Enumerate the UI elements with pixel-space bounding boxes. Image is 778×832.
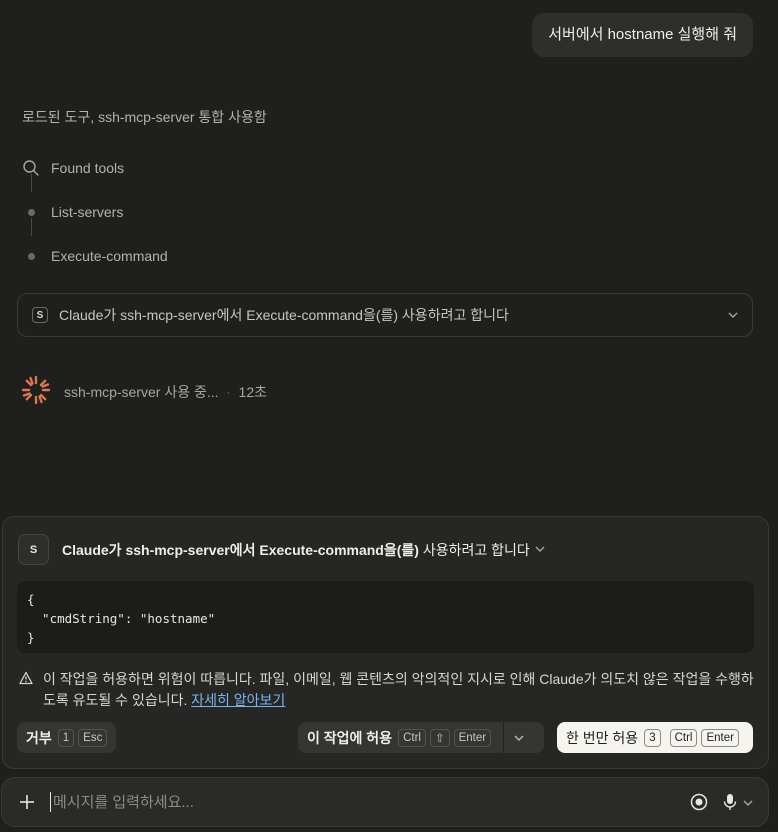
shortcut-key: 3 (644, 728, 661, 747)
allow-once-button[interactable]: 한 번만 허용 3 Ctrl Enter (557, 722, 753, 753)
working-label: ssh-mcp-server 사용 중... (64, 383, 219, 400)
chevron-down-icon[interactable] (726, 308, 740, 322)
separator: · (226, 384, 231, 399)
user-message-bubble: 서버에서 hostname 실행해 줘 (532, 13, 753, 57)
message-composer (1, 777, 769, 827)
elapsed-time: 12초 (238, 383, 267, 400)
learn-more-link[interactable]: 자세히 알아보기 (191, 692, 285, 708)
spinner-icon (20, 374, 52, 409)
deny-button[interactable]: 거부 1 Esc (17, 722, 117, 753)
message-input[interactable] (53, 793, 690, 811)
warning-text: 이 작업을 허용하면 위험이 따릅니다. 파일, 이메일, 웹 콘텐츠의 악의적… (43, 671, 754, 708)
warning-icon (19, 671, 35, 687)
shortcut-key: 1 (57, 728, 75, 747)
server-badge: S (32, 307, 48, 323)
server-badge: S (18, 534, 49, 565)
command-args-code: { "cmdString": "hostname" } (17, 581, 754, 653)
shortcut-key: Esc (78, 728, 108, 747)
shortcut-key: Enter (701, 728, 739, 747)
shortcut-key: Ctrl (398, 728, 426, 747)
dot-icon (20, 245, 42, 267)
step-list-servers[interactable]: List-servers (20, 190, 320, 236)
step-label: Found tools (51, 160, 125, 176)
permission-panel: S Claude가 ssh-mcp-server에서 Execute-comma… (2, 516, 769, 769)
working-status: ssh-mcp-server 사용 중... · 12초 (20, 374, 267, 409)
shortcut-key: Enter (453, 728, 492, 747)
risk-warning: 이 작업을 허용하면 위험이 따릅니다. 파일, 이메일, 웹 콘텐츠의 악의적… (19, 669, 759, 711)
permission-summary-row[interactable]: S Claude가 ssh-mcp-server에서 Execute-comma… (17, 293, 753, 337)
step-label: Execute-command (51, 248, 168, 264)
shortcut-key: Ctrl (669, 728, 698, 747)
microphone-icon[interactable] (722, 793, 738, 811)
allow-for-task-button[interactable]: 이 작업에 허용 Ctrl ⇧ Enter (298, 722, 544, 753)
permission-title: Claude가 ssh-mcp-server에서 Execute-command… (62, 541, 530, 558)
loaded-tools-text: 로드된 도구, ssh-mcp-server 통합 사용함 (22, 109, 267, 125)
permission-summary-text: Claude가 ssh-mcp-server에서 Execute-command… (59, 307, 509, 323)
step-execute-command[interactable]: Execute-command (20, 234, 320, 278)
shortcut-key: ⇧ (429, 728, 450, 747)
plus-icon[interactable] (18, 793, 36, 811)
record-icon[interactable] (690, 793, 708, 811)
tool-steps: Found tools List-servers Execute-command (20, 146, 320, 278)
chevron-down-icon[interactable] (534, 542, 546, 558)
permission-actions: 거부 1 Esc 이 작업에 허용 Ctrl ⇧ Enter 한 번만 허용 3… (17, 722, 754, 753)
chevron-down-icon[interactable] (742, 796, 754, 808)
step-found-tools[interactable]: Found tools (20, 146, 320, 192)
permission-header[interactable]: S Claude가 ssh-mcp-server에서 Execute-comma… (18, 534, 546, 565)
chevron-down-icon[interactable] (504, 722, 534, 753)
step-label: List-servers (51, 204, 124, 220)
